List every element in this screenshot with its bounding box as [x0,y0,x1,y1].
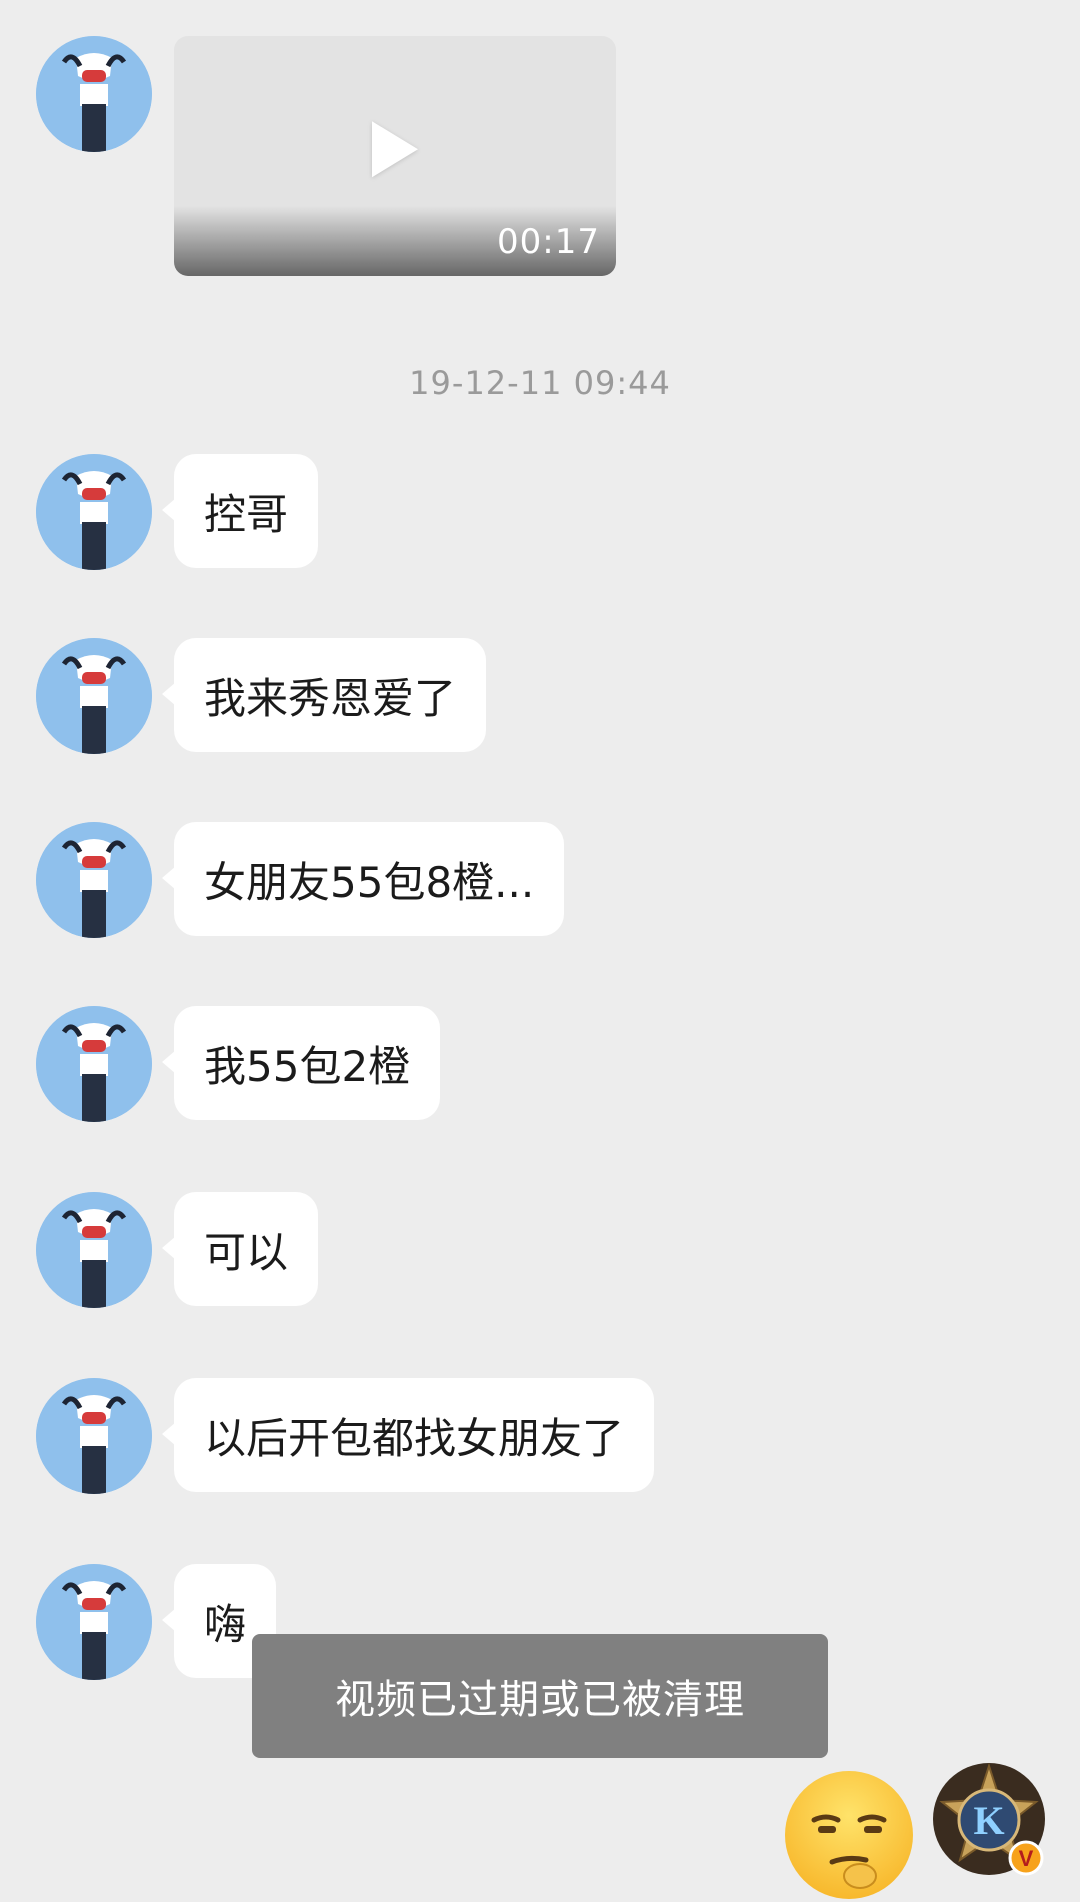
message-text: 控哥 [204,489,289,539]
message-text: 以后开包都找女朋友了 [204,1413,625,1463]
avatar-figure-icon [36,1192,152,1308]
contact-avatar[interactable] [36,1192,152,1308]
badge-letter: K [973,1798,1004,1843]
avatar-figure-icon [36,822,152,938]
contact-avatar[interactable] [36,36,152,152]
message-text: 可以 [204,1227,289,1277]
avatar-figure-icon [36,638,152,754]
avatar-figure-icon [36,1006,152,1122]
contact-avatar[interactable] [36,454,152,570]
contact-avatar[interactable] [36,638,152,754]
message-bubble[interactable]: 女朋友55包8橙... [161,822,565,936]
play-icon[interactable] [372,121,418,178]
message-text: 我来秀恩爱了 [204,673,457,723]
avatar-figure-icon [36,1564,152,1680]
contact-avatar[interactable] [36,1564,152,1680]
message-bubble[interactable]: 我55包2橙 [161,1006,441,1120]
toast-message: 视频已过期或已被清理 [252,1634,828,1758]
message-text: 嗨 [204,1599,247,1649]
video-message[interactable]: 00:17 [174,36,616,276]
message-text: 我55包2橙 [204,1041,411,1091]
smirk-emoji-icon[interactable] [782,1768,916,1902]
contact-avatar[interactable] [36,1378,152,1494]
message-bubble[interactable]: 控哥 [161,454,319,568]
user-avatar[interactable]: K V [930,1760,1048,1878]
chat-window: 00:17 19-12-11 09:44 控哥 我来秀恩爱了 女朋友55包8橙.… [0,0,1080,1899]
message-text: 女朋友55包8橙... [204,857,535,907]
contact-avatar[interactable] [36,822,152,938]
message-timestamp: 19-12-11 09:44 [409,364,671,402]
message-bubble[interactable]: 以后开包都找女朋友了 [161,1378,655,1492]
avatar-figure-icon [36,454,152,570]
contact-avatar[interactable] [36,1006,152,1122]
video-duration: 00:17 [497,222,600,262]
avatar-figure-icon [36,1378,152,1494]
message-bubble[interactable]: 我来秀恩爱了 [161,638,487,752]
message-bubble[interactable]: 可以 [161,1192,319,1306]
avatar-figure-icon [36,36,152,152]
vip-badge: V [1019,1846,1034,1871]
